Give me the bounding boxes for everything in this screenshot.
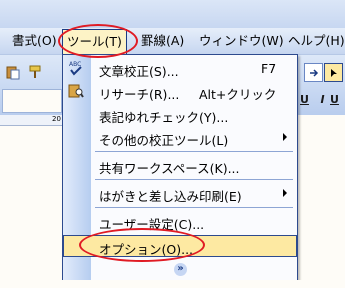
menu-item-mail-merge[interactable]: はがきと差し込み印刷(E)	[63, 182, 297, 204]
menu-item-label: 文章校正(S)...	[99, 64, 179, 79]
font-name-box[interactable]	[2, 89, 62, 113]
menu-table[interactable]: 罫線(A)	[141, 33, 184, 49]
paste-icon[interactable]	[4, 63, 21, 80]
research-icon	[68, 83, 84, 99]
menu-expand[interactable]: »	[63, 261, 297, 279]
title-strip	[0, 0, 345, 28]
menu-format[interactable]: 書式(O)	[12, 33, 57, 49]
menu-separator	[95, 179, 293, 180]
menu-item-spellcheck[interactable]: ABC 文章校正(S)... F7	[63, 57, 297, 79]
shortcut-label: Alt+クリック	[199, 87, 277, 102]
menu-item-customize[interactable]: ユーザー設定(C)...	[63, 210, 297, 232]
menu-item-shared-workspace[interactable]: 共有ワークスペース(K)...	[63, 154, 297, 176]
spellcheck-icon: ABC	[68, 60, 84, 76]
underline-button[interactable]: U	[296, 91, 313, 108]
document-area[interactable]	[0, 126, 62, 288]
shortcut-label: F7	[261, 61, 277, 76]
menu-item-label: リサーチ(R)...	[99, 87, 180, 102]
menu-window[interactable]: ウィンドウ(W)	[199, 33, 284, 49]
menu-item-label: 表記ゆれチェック(Y)...	[99, 110, 229, 125]
menu-separator	[95, 207, 293, 208]
help-pointer-icon[interactable]	[324, 63, 343, 82]
ruler-label: 20	[52, 115, 61, 123]
document-bottom	[0, 280, 345, 288]
menu-item-proofing-tools[interactable]: その他の校正ツール(L)	[63, 126, 297, 148]
underline-style-button[interactable]: U	[326, 91, 343, 108]
menu-item-research[interactable]: リサーチ(R)... Alt+クリック	[63, 80, 297, 102]
svg-text:ABC: ABC	[69, 61, 81, 68]
highlight-ellipse-tools	[58, 24, 138, 58]
menu-help[interactable]: ヘルプ(H)	[288, 33, 345, 49]
standard-toolbar-left	[0, 55, 62, 115]
chevron-double-down-icon: »	[174, 263, 187, 276]
menu-bar: 書式(O) ツール(T) 罫線(A) ウィンドウ(W) ヘルプ(H)	[0, 28, 345, 55]
ruler: 20	[0, 115, 62, 126]
zoom-icon[interactable]	[304, 63, 323, 82]
submenu-arrow-icon	[283, 133, 287, 141]
menu-item-label: 共有ワークスペース(K)...	[99, 161, 240, 176]
highlight-ellipse-options	[79, 228, 205, 262]
menu-item-label: その他の校正ツール(L)	[99, 133, 229, 148]
format-painter-icon[interactable]	[26, 63, 43, 80]
menu-item-label: はがきと差し込み印刷(E)	[99, 189, 242, 204]
submenu-arrow-icon	[283, 189, 287, 197]
menu-separator	[95, 151, 293, 152]
standard-toolbar-right: U I U	[296, 55, 345, 115]
menu-item-consistency-check[interactable]: 表記ゆれチェック(Y)...	[63, 103, 297, 125]
